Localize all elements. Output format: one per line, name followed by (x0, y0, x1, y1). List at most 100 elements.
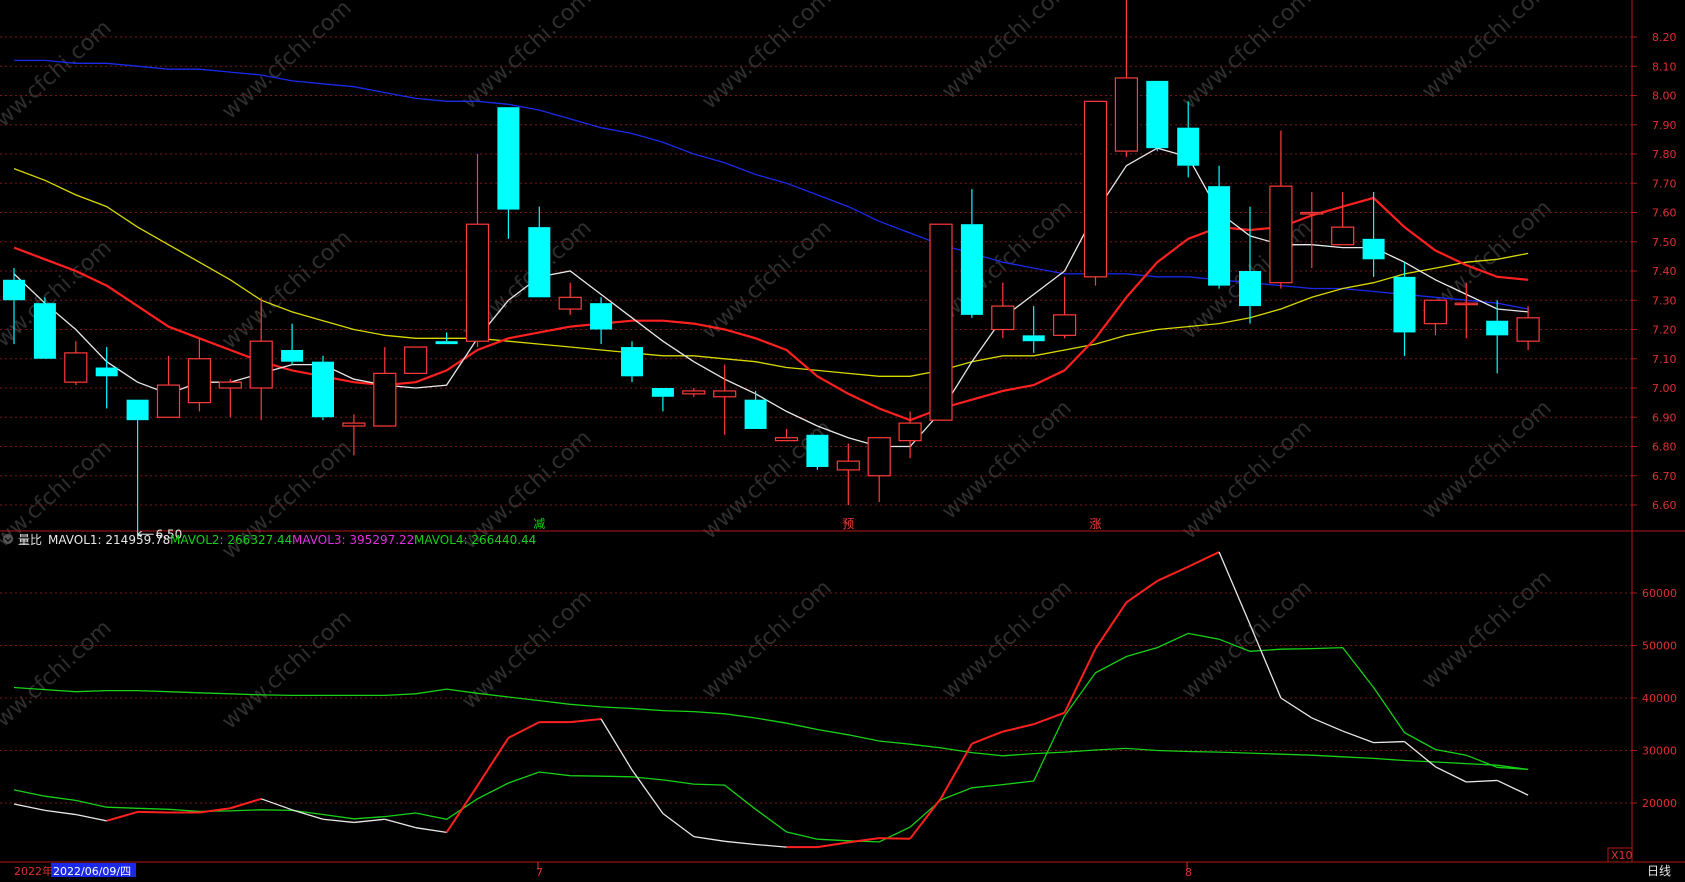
collapse-icon[interactable] (3, 534, 13, 544)
candle-body-up (713, 390, 737, 398)
candle-body-up (867, 437, 891, 477)
chart-window: www.cfchi.com www.cfchi.com www.cfchi.com w… (0, 0, 1685, 879)
candle-body-up (1300, 211, 1324, 215)
volume-tick-label: 50000 (1642, 640, 1677, 653)
candle-body-up (836, 460, 860, 471)
volume-tick-label: 60000 (1642, 587, 1677, 600)
price-tick-label: 7.30 (1652, 294, 1677, 307)
candle-body-up (218, 381, 242, 389)
scale-label: X10 (1611, 849, 1633, 862)
month-7-label: 7 (536, 866, 543, 878)
candle-body-down (960, 224, 983, 315)
candle[interactable] (1083, 100, 1108, 286)
candle-body-up (1331, 226, 1355, 246)
candle[interactable] (33, 297, 56, 359)
period-label: 日线 (1647, 864, 1671, 878)
price-tick-label: 7.90 (1652, 119, 1677, 132)
mavol3-label: MAVOL3: 395297.22 (292, 533, 414, 547)
candle-body-down (33, 303, 56, 359)
candle-body-down (435, 341, 458, 345)
candle-body-up (404, 346, 428, 374)
candle-body-up (1083, 100, 1108, 278)
candle-body-down (126, 399, 149, 421)
candle-body-down (528, 227, 551, 298)
candle-body-down (95, 367, 118, 377)
candle-body-down (1022, 335, 1045, 342)
price-tick-label: 7.70 (1652, 177, 1677, 190)
signal-marker: 预 (842, 517, 854, 531)
candlestick-chart[interactable]: www.cfchi.com www.cfchi.com www.cfchi.com w… (0, 0, 1685, 879)
mavol2-label: MAVOL2: 266327.44 (170, 533, 292, 547)
signal-marker: 减 (533, 517, 545, 531)
candle[interactable] (621, 341, 643, 383)
candle-body-up (774, 437, 799, 442)
candle-body-down (621, 347, 643, 377)
price-tick-label: 8.10 (1652, 60, 1677, 73)
chart-background (0, 0, 1685, 878)
candle-body-up (898, 422, 922, 442)
candle-body-up (1423, 299, 1448, 325)
mavol4-label: MAVOL4: 266440.44 (414, 533, 536, 547)
candle-body-down (281, 349, 304, 362)
volume-ratio-segment (137, 810, 169, 814)
signal-marker: 涨 (1090, 516, 1102, 531)
candle-body-up (1269, 185, 1293, 284)
candle-body-down (806, 434, 829, 467)
candle-body-up (1114, 77, 1139, 152)
candle[interactable] (312, 355, 334, 421)
price-tick-label: 7.40 (1652, 265, 1677, 278)
candle-body-up (187, 358, 211, 404)
candle-body-up (465, 223, 490, 342)
candle-body-down (1486, 320, 1509, 336)
candle-body-down (651, 388, 674, 397)
candle-body-down (1362, 238, 1385, 260)
candle-body-up (249, 340, 273, 389)
price-tick-label: 8.20 (1652, 31, 1677, 44)
candle-body-up (929, 223, 953, 421)
price-tick-label: 7.00 (1652, 382, 1677, 395)
candle[interactable] (806, 434, 829, 470)
extreme-price-label: 8.34 (1144, 0, 1171, 3)
candle[interactable] (404, 346, 428, 374)
candle-body-down (1146, 80, 1169, 149)
month-8-label: 8 (1185, 866, 1192, 878)
candle-body-up (156, 384, 181, 418)
candle-body-up (682, 390, 706, 395)
year-label: 2022年 (14, 864, 53, 878)
price-tick-label: 6.60 (1652, 499, 1677, 512)
candle-body-up (1052, 314, 1077, 336)
candle-body-down (1393, 276, 1416, 333)
selected-date: 2022/06/09/四 (53, 865, 131, 878)
indicator-legend: 量比 MAVOL1: 214959.78 MAVOL2: 266327.44 M… (3, 533, 536, 547)
candle-body-up (1516, 317, 1540, 342)
candle-body-up (558, 296, 582, 310)
volume-tick-label: 30000 (1642, 745, 1677, 758)
price-tick-label: 7.10 (1652, 353, 1677, 366)
candle-body-down (590, 303, 613, 330)
volume-ratio-segment (879, 837, 911, 840)
volume-tick-label: 40000 (1642, 692, 1677, 705)
candle[interactable] (929, 223, 953, 421)
price-tick-label: 6.80 (1652, 441, 1677, 454)
candle-body-down (744, 399, 767, 429)
candle-body-down (1239, 271, 1261, 307)
price-tick-label: 6.90 (1652, 411, 1677, 424)
candle-body-down (312, 361, 334, 418)
candle-body-up (991, 305, 1015, 331)
candle-body-down (497, 107, 520, 210)
price-tick-label: 7.50 (1652, 236, 1677, 249)
candle-body-down (1208, 186, 1231, 286)
candle-body-up (342, 422, 366, 427)
candle[interactable] (1146, 80, 1169, 152)
price-tick-label: 6.70 (1652, 470, 1677, 483)
candle-body-down (3, 279, 25, 301)
candle-body-down (1177, 127, 1200, 166)
price-tick-label: 7.20 (1652, 324, 1677, 337)
price-tick-label: 7.80 (1652, 148, 1677, 161)
volume-tick-label: 20000 (1642, 797, 1677, 810)
price-tick-label: 7.60 (1652, 207, 1677, 220)
candle-body-up (64, 352, 88, 383)
price-tick-label: 8.00 (1652, 90, 1677, 103)
candle-body-up (373, 372, 397, 427)
indicator-name: 量比 (18, 533, 42, 547)
